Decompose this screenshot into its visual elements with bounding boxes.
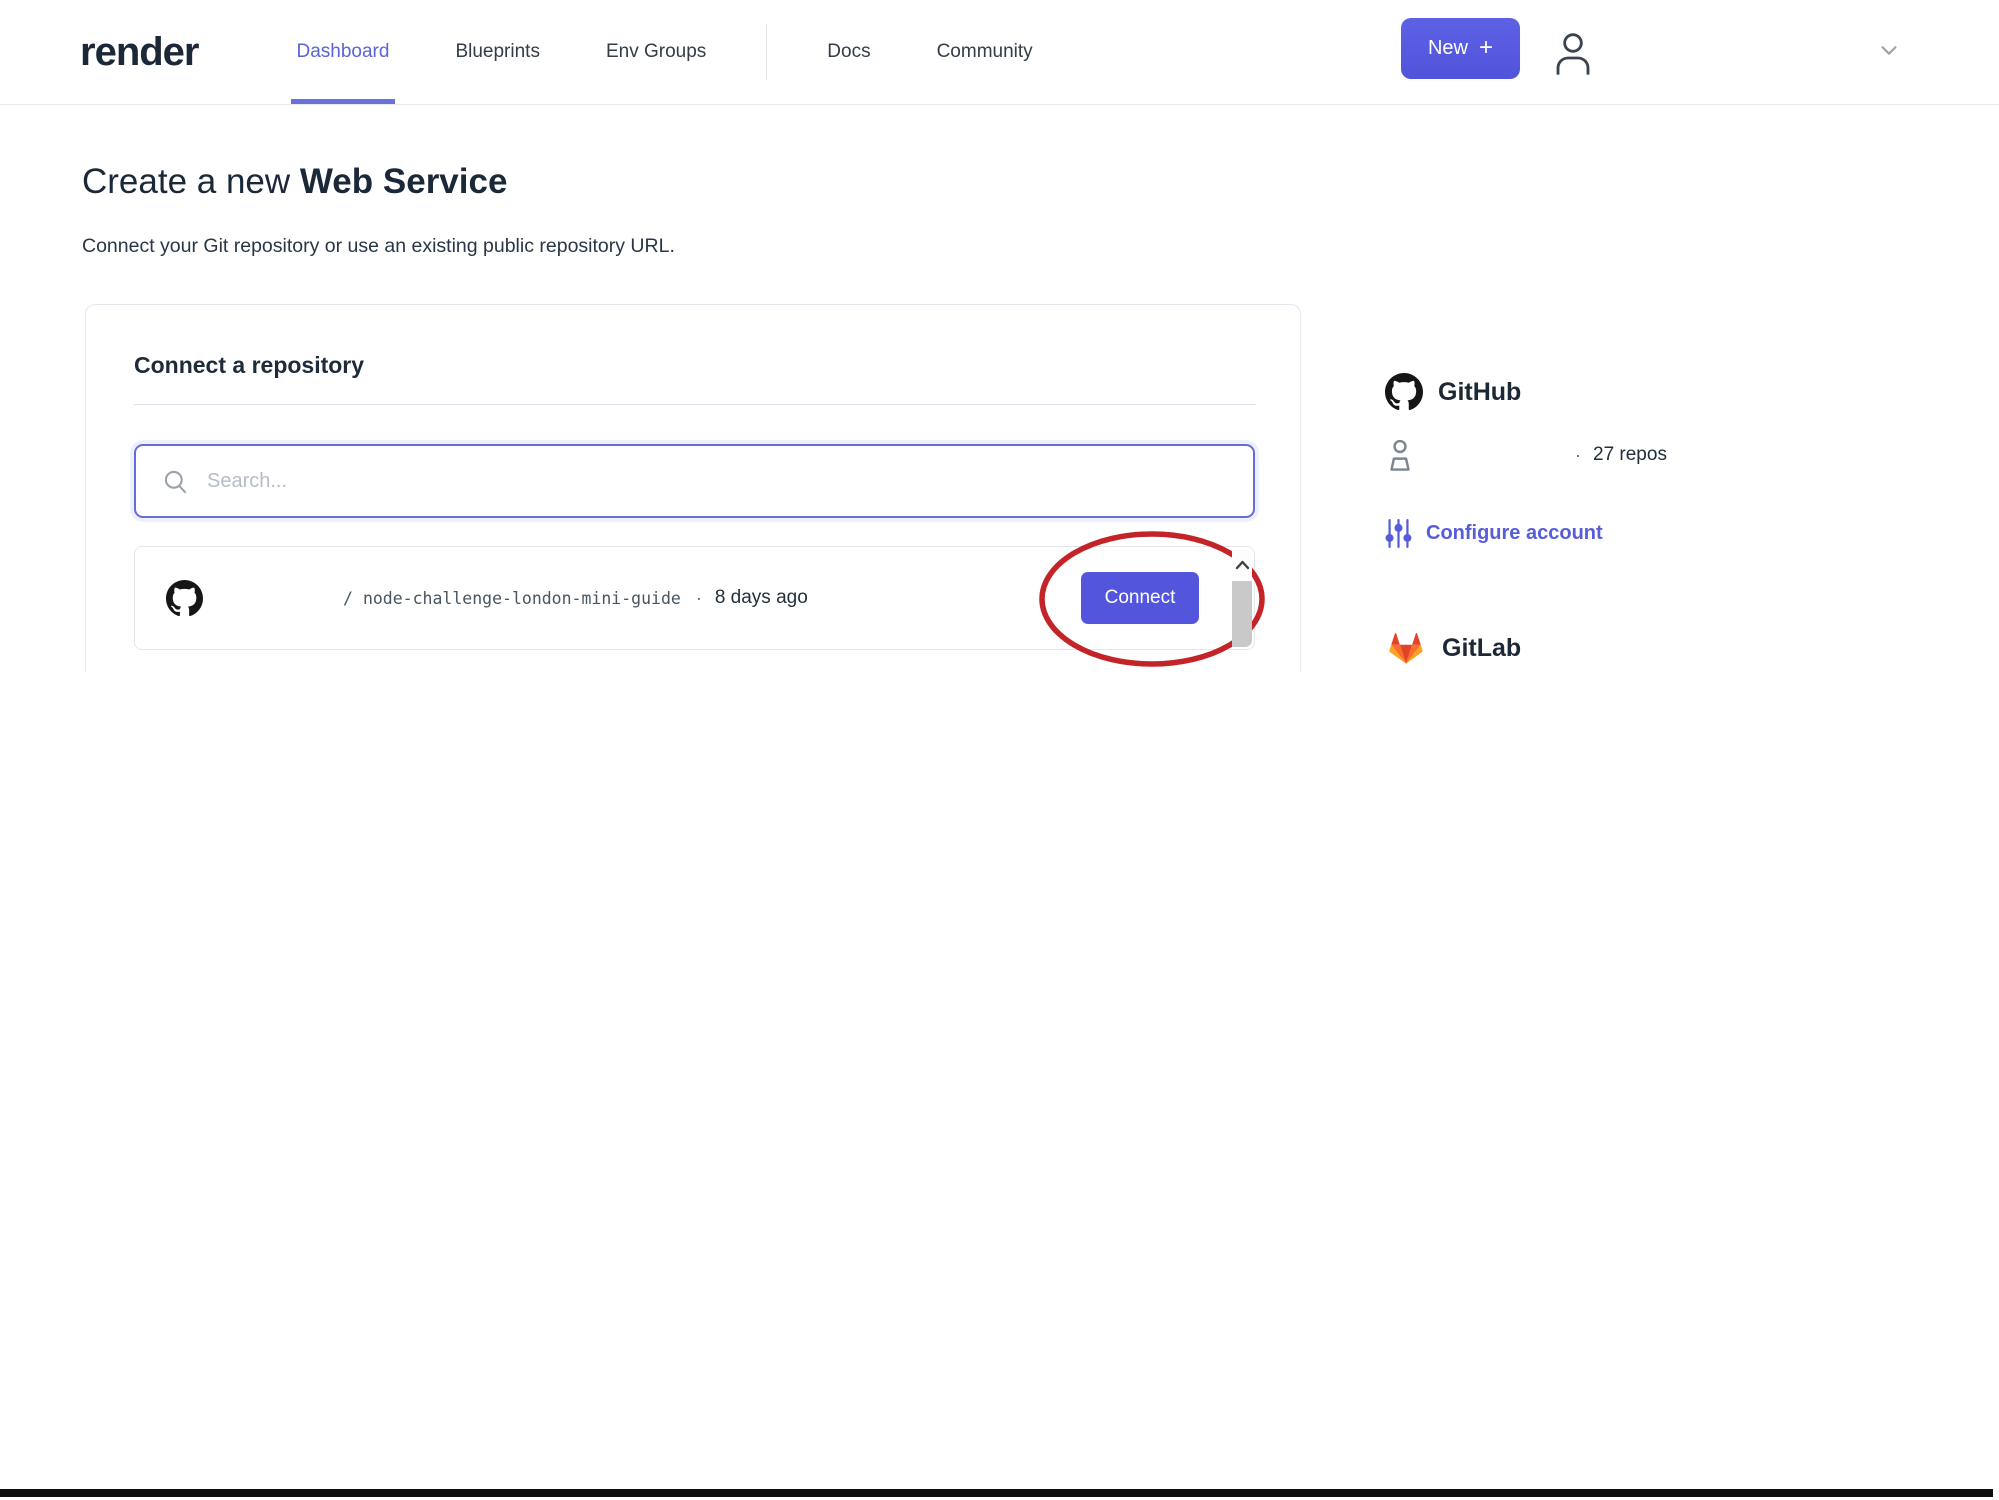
gitlab-heading: GitLab <box>1385 628 1865 668</box>
nav-divider <box>766 24 768 80</box>
repo-path-prefix: / <box>343 588 353 608</box>
github-icon <box>1385 373 1423 411</box>
repo-updated: 8 days ago <box>714 587 808 608</box>
plus-icon: + <box>1479 33 1494 61</box>
github-heading: GitHub <box>1385 373 1865 411</box>
repos-count: 27 repos <box>1593 444 1667 465</box>
github-account-row: · 27 repos <box>1385 438 1865 472</box>
connect-button[interactable]: Connect <box>1081 572 1199 624</box>
repo-row: / node-challenge-london-mini-guide · 8 da… <box>134 531 1265 667</box>
scrollbar-thumb[interactable] <box>1232 581 1252 647</box>
page-title: Create a new Web Service <box>82 162 1999 202</box>
new-button-label: New <box>1427 37 1468 59</box>
search-input[interactable] <box>207 469 1227 493</box>
github-title: GitHub <box>1438 377 1522 406</box>
nav-community[interactable]: Community <box>931 0 1039 104</box>
page-subtitle: Connect your Git repository or use an ex… <box>82 235 675 257</box>
account-separator-dot: · <box>1575 444 1581 465</box>
account-user-icon <box>1390 439 1410 471</box>
app-canvas: render Dashboard Blueprints Env Groups D… <box>0 0 1999 1500</box>
nav-env-groups[interactable]: Env Groups <box>600 0 712 104</box>
new-button[interactable]: New + <box>1401 18 1520 79</box>
card-divider <box>134 404 1255 405</box>
repo-list-scrollbar[interactable] <box>1232 549 1252 647</box>
repo-search-box[interactable] <box>134 444 1255 518</box>
gitlab-icon <box>1389 632 1423 664</box>
user-icon <box>1556 33 1590 75</box>
repo-path: / node-challenge-london-mini-guide <box>343 589 681 608</box>
nav-blueprints[interactable]: Blueprints <box>449 0 546 104</box>
profile-icon[interactable] <box>1551 27 1595 79</box>
page-title-regular: Create a new <box>82 162 300 201</box>
search-icon <box>164 470 187 493</box>
account-name-redacted <box>1415 445 1575 465</box>
scroll-up-arrow[interactable] <box>1232 549 1252 581</box>
chevron-glyph <box>1881 46 1897 55</box>
chevron-down-icon[interactable] <box>1876 37 1902 63</box>
card-title: Connect a repository <box>134 352 365 378</box>
gitlab-title: GitLab <box>1442 633 1522 662</box>
repo-owner-redacted <box>203 588 343 608</box>
git-providers-panel: GitHub · 27 repos Configure account GitL… <box>1385 373 1865 668</box>
top-nav: render Dashboard Blueprints Env Groups D… <box>0 0 1999 105</box>
nav-docs[interactable]: Docs <box>821 0 876 104</box>
configure-account-link[interactable]: Configure account <box>1426 522 1603 545</box>
nav-dashboard[interactable]: Dashboard <box>290 0 396 104</box>
connect-repo-card: Connect a repository / node-challenge-lon… <box>85 304 1301 672</box>
sliders-icon <box>1385 519 1412 548</box>
page-title-bold: Web Service <box>299 162 508 201</box>
repo-separator-dot: · <box>695 587 702 608</box>
repo-name: node-challenge-london-mini-guide <box>362 588 681 608</box>
primary-nav: Dashboard Blueprints Env Groups Docs Com… <box>290 0 1039 104</box>
github-icon <box>166 579 203 616</box>
render-logo[interactable]: render <box>80 30 199 75</box>
bottom-bar <box>0 1489 1993 1497</box>
configure-account-row[interactable]: Configure account <box>1385 519 1865 548</box>
scroll-up-icon <box>1235 560 1249 570</box>
